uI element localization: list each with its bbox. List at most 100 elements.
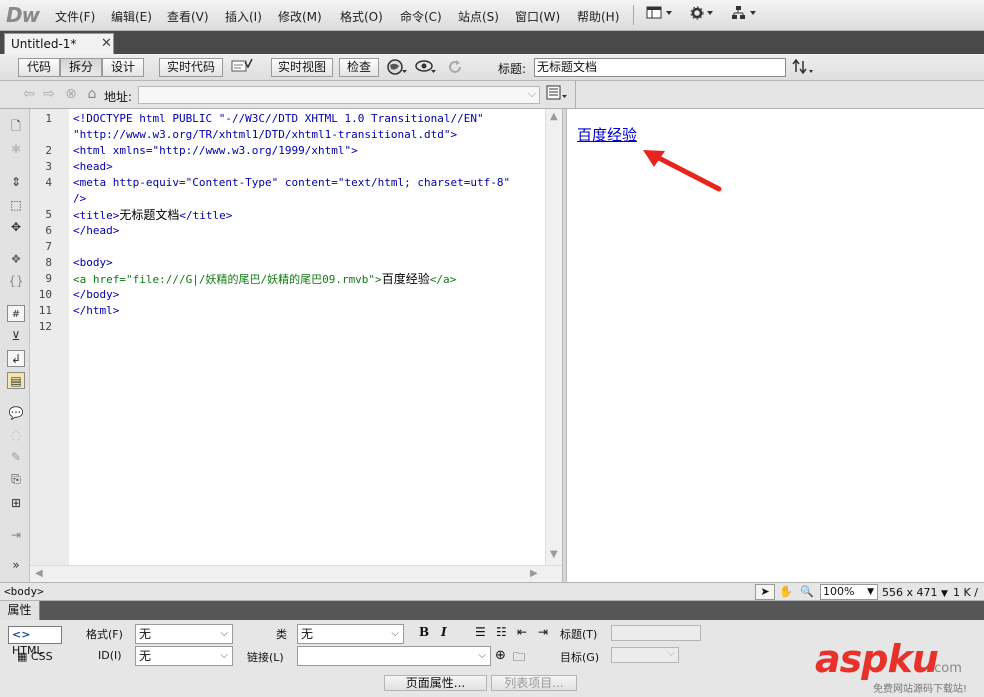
scroll-right-icon[interactable]: ▶ xyxy=(530,568,538,579)
line-number: 11 xyxy=(38,304,52,317)
menu-window[interactable]: 窗口(W) xyxy=(515,8,560,25)
format-select[interactable]: 无 ⌵ xyxy=(135,624,233,644)
syntax-coloring-icon[interactable]: ▤ xyxy=(7,372,25,389)
code-line: /> xyxy=(73,192,87,205)
visual-aids-icon[interactable] xyxy=(414,58,436,76)
code-horizontal-scrollbar[interactable]: ◀ ▶ xyxy=(30,565,562,582)
recent-snippets-icon[interactable]: ⎘ xyxy=(7,471,25,488)
format-label: 格式(F) xyxy=(86,628,123,641)
indent-icon[interactable]: ⇥ xyxy=(538,625,548,639)
menu-format[interactable]: 格式(O) xyxy=(340,8,383,25)
zoom-select[interactable]: 100% ▼ xyxy=(820,584,878,600)
menu-commands[interactable]: 命令(C) xyxy=(400,8,442,25)
gear-icon[interactable] xyxy=(690,6,718,24)
design-view-button[interactable]: 设计 xyxy=(102,58,144,77)
code-line: <html xmlns="http://www.w3.org/1999/xhtm… xyxy=(73,144,358,157)
line-number: 2 xyxy=(45,144,52,157)
zoom-tool-icon[interactable]: 🔍 xyxy=(797,584,817,600)
menu-help[interactable]: 帮助(H) xyxy=(577,8,619,25)
address-input[interactable]: ⌵ xyxy=(138,86,540,104)
scroll-up-icon[interactable]: ▲ xyxy=(550,111,558,122)
menu-file[interactable]: 文件(F) xyxy=(55,8,95,25)
close-icon[interactable]: ✕ xyxy=(101,36,112,51)
bold-button[interactable]: B xyxy=(419,625,429,639)
refresh-icon[interactable] xyxy=(446,58,464,76)
point-to-file-icon[interactable]: ⊕ xyxy=(495,648,506,663)
back-arrow-icon[interactable]: ⇦ xyxy=(20,85,38,103)
code-vertical-scrollbar[interactable]: ▲ ▼ xyxy=(545,109,562,565)
show-code-navigator-icon[interactable]: ✱ xyxy=(7,141,25,158)
forward-arrow-icon[interactable]: ⇨ xyxy=(40,85,58,103)
design-view[interactable]: 百度经验 xyxy=(567,109,984,582)
code-line: <meta http-equiv="Content-Type" content=… xyxy=(73,176,511,189)
validate-icon[interactable] xyxy=(231,58,253,76)
layout-icon[interactable] xyxy=(646,6,674,24)
css-mode-button[interactable]: ▦ CSS xyxy=(17,650,53,663)
folder-icon[interactable]: 🗀 xyxy=(513,648,525,669)
ordered-list-icon[interactable]: ☷ xyxy=(496,625,507,639)
unordered-list-icon[interactable]: ☰ xyxy=(475,625,486,639)
site-map-icon[interactable] xyxy=(732,6,760,24)
design-link[interactable]: 百度经验 xyxy=(577,124,637,145)
outdent-icon[interactable]: ⇤ xyxy=(517,625,527,639)
menu-insert[interactable]: 插入(I) xyxy=(225,8,262,25)
window-size[interactable]: 556 x 471 ▼ xyxy=(882,586,948,599)
class-select[interactable]: 无 ⌵ xyxy=(297,624,404,644)
scroll-left-icon[interactable]: ◀ xyxy=(35,568,43,579)
menu-modify[interactable]: 修改(M) xyxy=(278,8,322,25)
tag-selector[interactable]: <body> xyxy=(4,585,44,598)
select-tool-icon[interactable]: ➤ xyxy=(755,584,775,600)
menu-view[interactable]: 查看(V) xyxy=(167,8,209,25)
menu-edit[interactable]: 编辑(E) xyxy=(111,8,152,25)
remove-comment-icon[interactable]: ◌ xyxy=(7,427,25,444)
target-select[interactable]: ⌵ xyxy=(611,647,679,663)
live-code-button[interactable]: 实时代码 xyxy=(159,58,223,77)
collapse-full-tag-icon[interactable]: ⇕ xyxy=(7,174,25,191)
inspect-button[interactable]: 检查 xyxy=(339,58,379,77)
document-tab-label: Untitled-1* xyxy=(11,37,77,51)
split-view-button[interactable]: 拆分 xyxy=(60,58,102,77)
scroll-down-icon[interactable]: ▼ xyxy=(550,549,558,560)
live-view-button[interactable]: 实时视图 xyxy=(271,58,333,77)
code-view-button[interactable]: 代码 xyxy=(18,58,60,77)
chevron-down-icon: ▼ xyxy=(941,589,948,599)
properties-title[interactable]: 属性 xyxy=(0,601,40,620)
select-parent-tag-icon[interactable]: ❖ xyxy=(7,251,25,268)
move-css-icon[interactable]: ⊞ xyxy=(7,495,25,512)
html-mode-button[interactable]: <> HTML xyxy=(8,626,62,657)
open-documents-icon[interactable]: 🗋 xyxy=(7,118,25,135)
id-select[interactable]: 无 ⌵ xyxy=(135,646,233,666)
watermark-suffix: .com xyxy=(930,661,962,676)
title-field[interactable] xyxy=(611,625,701,641)
wrap-tag-icon[interactable]: ✎ xyxy=(7,449,25,466)
line-number: 4 xyxy=(45,176,52,189)
list-item-button[interactable]: 列表项目... xyxy=(491,675,577,691)
more-tools-chevron-icon[interactable]: » xyxy=(7,557,25,574)
file-management-icon[interactable] xyxy=(792,58,813,76)
doc-title-input[interactable]: 无标题文档 xyxy=(534,58,786,77)
line-numbers-icon[interactable]: # xyxy=(7,305,25,322)
preview-browser-icon[interactable] xyxy=(386,58,407,76)
chevron-down-icon[interactable]: ⌵ xyxy=(528,87,536,101)
collapse-selection-icon[interactable]: ⬚ xyxy=(7,197,25,214)
document-tab[interactable]: Untitled-1* ✕ xyxy=(4,33,114,54)
id-label: ID(I) xyxy=(98,649,122,662)
code-anchor-tag: </a> xyxy=(429,273,457,286)
word-wrap-icon[interactable]: ↲ xyxy=(7,350,25,367)
apply-comment-icon[interactable]: 💬 xyxy=(7,405,25,422)
menu-site[interactable]: 站点(S) xyxy=(458,8,499,25)
link-input[interactable]: ⌵ xyxy=(297,646,491,666)
line-number: 7 xyxy=(45,240,52,253)
hand-tool-icon[interactable]: ✋ xyxy=(776,584,796,600)
balance-braces-icon[interactable]: {} xyxy=(7,273,25,290)
highlight-invalid-code-icon[interactable]: ⊻ xyxy=(7,328,25,345)
stop-icon[interactable]: ⊗ xyxy=(62,85,80,103)
indent-code-icon[interactable]: ⇥ xyxy=(7,527,25,544)
code-editor[interactable]: <!DOCTYPE html PUBLIC "-//W3C//DTD XHTML… xyxy=(69,109,545,565)
expand-all-icon[interactable]: ✥ xyxy=(7,219,25,236)
page-properties-button[interactable]: 页面属性... xyxy=(384,675,487,691)
home-icon[interactable]: ⌂ xyxy=(83,85,101,103)
italic-button[interactable]: I xyxy=(441,625,447,639)
watermark-subtitle: 免费网站源码下载站! xyxy=(873,684,968,695)
browse-options-icon[interactable] xyxy=(546,85,567,103)
